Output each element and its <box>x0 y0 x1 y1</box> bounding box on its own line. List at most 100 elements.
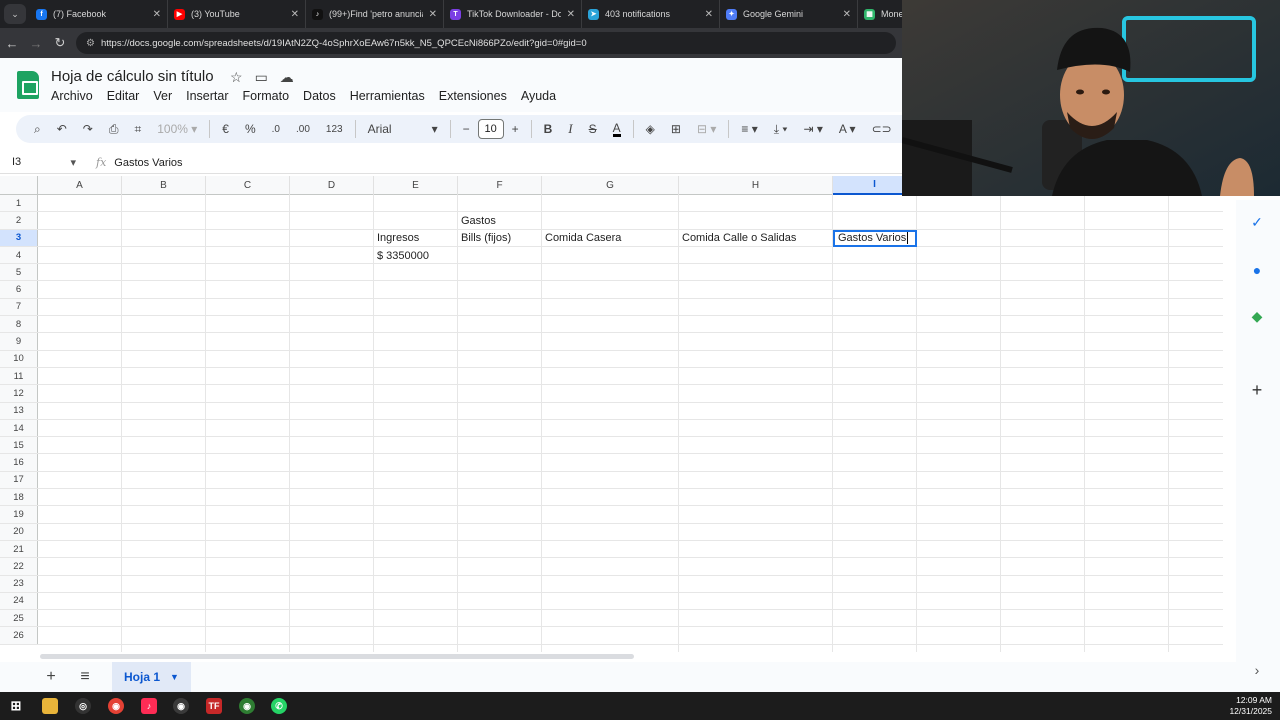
chrome-profile-icon[interactable]: ◉ <box>239 698 255 714</box>
expand-panel-icon[interactable]: › <box>1249 662 1265 678</box>
cloud-saved-icon[interactable]: ☁ <box>280 69 294 86</box>
cell-f2[interactable]: Gastos <box>458 212 496 229</box>
insert-link-icon[interactable]: ⊂⊃ <box>872 122 892 136</box>
redo-icon[interactable]: ↷ <box>83 122 93 136</box>
borders-icon[interactable]: ⊞ <box>671 122 681 136</box>
chrome-active-icon[interactable]: ◉ <box>173 698 189 714</box>
percent-format-button[interactable]: % <box>245 122 256 136</box>
add-addon-icon[interactable]: + <box>1249 380 1265 400</box>
font-family-select[interactable]: Arial ▾ <box>368 122 438 136</box>
paint-format-icon[interactable]: ⌗ <box>134 122 141 137</box>
active-cell[interactable]: Gastos Varios <box>833 229 917 247</box>
row-header[interactable]: 14 <box>0 419 38 437</box>
browser-tab[interactable]: ▶ (3) YouTube ✕ <box>168 0 306 28</box>
column-header[interactable]: A <box>38 176 122 195</box>
sheets-logo-icon[interactable] <box>17 71 39 99</box>
column-header[interactable]: G <box>542 176 679 195</box>
star-icon[interactable]: ☆ <box>230 69 243 86</box>
row-header[interactable]: 4 <box>0 246 38 264</box>
chrome-icon[interactable]: ◉ <box>108 698 124 714</box>
row-header[interactable]: 9 <box>0 333 38 350</box>
row-header[interactable]: 15 <box>0 437 38 454</box>
menu-item[interactable]: Ayuda <box>521 89 556 103</box>
horizontal-align-icon[interactable]: ≡ ▾ <box>741 122 757 136</box>
cell-f3[interactable]: Bills (fijos) <box>458 230 511 247</box>
row-header[interactable]: 25 <box>0 610 38 627</box>
browser-tab[interactable]: T TikTok Downloader - Dow ✕ <box>444 0 582 28</box>
tasks-icon[interactable]: ✓ <box>1249 214 1265 230</box>
column-header[interactable]: F <box>458 176 542 195</box>
cell-h3[interactable]: Comida Calle o Salidas <box>679 230 796 247</box>
formula-input[interactable]: Gastos Varios <box>114 157 182 169</box>
row-header[interactable]: 19 <box>0 506 38 523</box>
currency-format-button[interactable]: € <box>222 122 229 136</box>
contacts-icon[interactable]: ● <box>1249 262 1265 278</box>
app-icon[interactable]: ◎ <box>75 698 91 714</box>
windows-start-icon[interactable]: ⊞ <box>8 698 24 714</box>
reload-icon[interactable]: ↻ <box>48 35 72 51</box>
cell-e4[interactable]: $ 3350000 <box>374 247 429 264</box>
browser-tab[interactable]: ➤ 403 notifications ✕ <box>582 0 720 28</box>
row-header[interactable]: 20 <box>0 523 38 540</box>
site-info-icon[interactable]: ⚙ <box>86 38 95 49</box>
zoom-select[interactable]: 100% ▾ <box>157 122 197 136</box>
increase-decimal-button[interactable]: .00 <box>296 124 310 135</box>
row-header[interactable]: 23 <box>0 575 38 592</box>
move-folder-icon[interactable]: ▭ <box>255 69 268 86</box>
tiktok-app-icon[interactable]: ♪ <box>141 698 157 714</box>
text-wrapping-icon[interactable]: ⇥ ▾ <box>803 122 822 136</box>
row-header[interactable]: 16 <box>0 454 38 471</box>
name-box[interactable]: I3 ▾ <box>0 156 82 169</box>
column-header[interactable]: D <box>290 176 374 195</box>
menu-item[interactable]: Insertar <box>186 89 228 103</box>
row-header[interactable]: 12 <box>0 385 38 402</box>
italic-icon[interactable]: I <box>568 121 572 137</box>
fill-color-icon[interactable]: ◈ <box>646 122 655 136</box>
text-color-icon[interactable]: A <box>612 122 621 137</box>
horizontal-scrollbar[interactable] <box>40 654 634 659</box>
more-formats-button[interactable]: 123 <box>326 124 343 135</box>
column-header[interactable]: H <box>679 176 833 195</box>
close-tab-icon[interactable]: ✕ <box>843 9 851 20</box>
row-header[interactable]: 3 <box>0 229 38 246</box>
row-header[interactable]: 5 <box>0 264 38 281</box>
close-tab-icon[interactable]: ✕ <box>705 9 713 20</box>
menu-item[interactable]: Herramientas <box>350 89 425 103</box>
tf-app-icon[interactable]: TF <box>206 698 222 714</box>
row-header[interactable]: 10 <box>0 350 38 367</box>
whatsapp-icon[interactable]: ✆ <box>271 698 287 714</box>
merge-cells-icon[interactable]: ⊟ ▾ <box>697 122 716 136</box>
row-header[interactable]: 22 <box>0 558 38 575</box>
menu-item[interactable]: Editar <box>107 89 140 103</box>
row-header[interactable]: 18 <box>0 489 38 506</box>
row-header[interactable]: 2 <box>0 212 38 229</box>
print-icon[interactable]: ⎙ <box>109 122 119 137</box>
row-header[interactable]: 17 <box>0 471 38 489</box>
row-header[interactable]: 13 <box>0 402 38 419</box>
url-field[interactable]: ⚙ https://docs.google.com/spreadsheets/d… <box>76 32 896 54</box>
row-header[interactable]: 6 <box>0 281 38 298</box>
add-sheet-icon[interactable]: + <box>34 668 68 686</box>
close-tab-icon[interactable]: ✕ <box>291 9 299 20</box>
all-sheets-icon[interactable]: ≡ <box>68 668 102 686</box>
chevron-down-icon[interactable]: ▼ <box>170 672 179 682</box>
close-tab-icon[interactable]: ✕ <box>429 9 437 20</box>
menu-item[interactable]: Archivo <box>51 89 93 103</box>
decrease-font-size-icon[interactable]: − <box>463 122 470 136</box>
menu-item[interactable]: Extensiones <box>439 89 507 103</box>
system-clock[interactable]: 12:09 AM 12/31/2025 <box>1229 695 1272 717</box>
sheet-tab[interactable]: Hoja 1 ▼ <box>112 662 191 692</box>
browser-tab[interactable]: f (7) Facebook ✕ <box>30 0 168 28</box>
cell-e3[interactable]: Ingresos <box>374 230 419 247</box>
back-icon[interactable]: ← <box>0 36 24 51</box>
close-tab-icon[interactable]: ✕ <box>567 9 575 20</box>
browser-tab[interactable]: ✦ Google Gemini ✕ <box>720 0 858 28</box>
column-header[interactable]: C <box>206 176 290 195</box>
increase-font-size-icon[interactable]: + <box>512 122 519 136</box>
row-header[interactable]: 21 <box>0 540 38 558</box>
document-title[interactable]: Hoja de cálculo sin título <box>51 68 214 85</box>
column-header[interactable]: B <box>122 176 206 195</box>
close-tab-icon[interactable]: ✕ <box>153 9 161 20</box>
vertical-align-icon[interactable]: ⤓ ▾ <box>774 122 788 137</box>
column-header[interactable]: E <box>374 176 458 195</box>
